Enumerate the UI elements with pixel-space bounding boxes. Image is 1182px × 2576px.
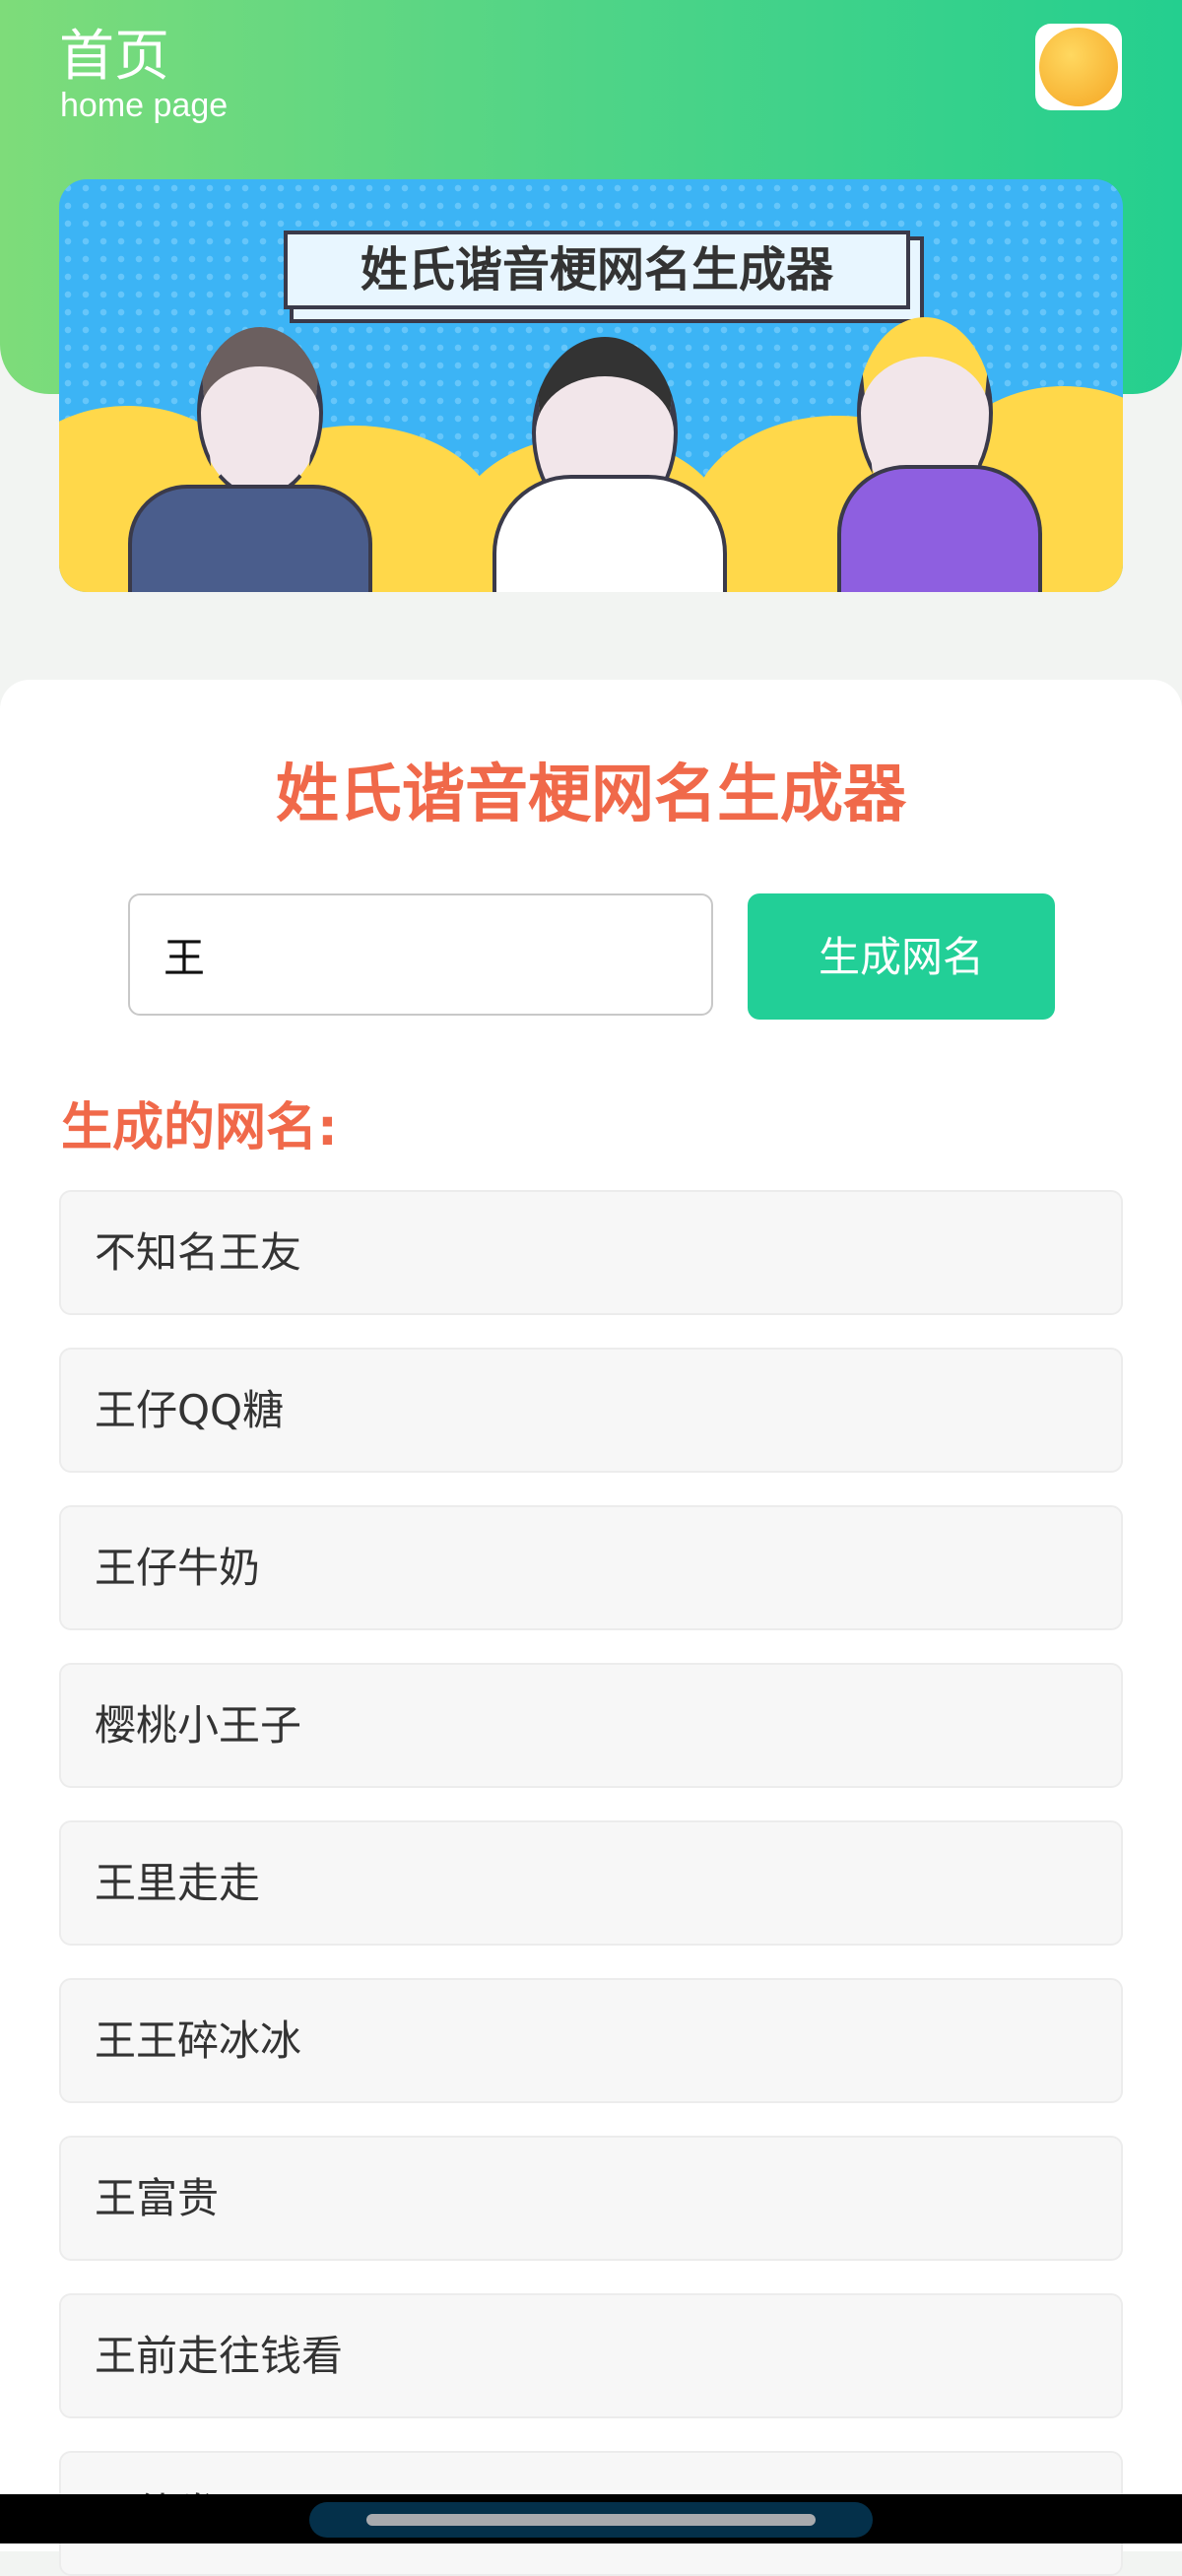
list-item[interactable]: 王前走往钱看 xyxy=(59,2293,1123,2418)
avatar[interactable] xyxy=(1035,24,1122,110)
generator-heading: 姓氏谐音梗网名生成器 xyxy=(276,759,906,831)
surname-input[interactable] xyxy=(128,893,713,1016)
list-item[interactable]: 王王碎冰冰 xyxy=(59,1978,1123,2103)
list-item[interactable]: 樱桃小王子 xyxy=(59,1663,1123,1788)
list-item[interactable]: 王里走走 xyxy=(59,1820,1123,1946)
list-item[interactable]: 王仔牛奶 xyxy=(59,1505,1123,1630)
generate-button[interactable]: 生成网名 xyxy=(748,893,1055,1020)
banner-image: 姓氏谐音梗网名生成器 xyxy=(59,179,1123,592)
angry-emoji-icon xyxy=(1039,28,1118,106)
businessman-illustration xyxy=(197,327,323,498)
results-label: 生成的网名: xyxy=(61,1098,338,1157)
home-gesture-bar[interactable] xyxy=(366,2514,816,2526)
list-item[interactable]: 不知名王友 xyxy=(59,1190,1123,1315)
banner-title: 姓氏谐音梗网名生成器 xyxy=(284,231,910,309)
page-title: 首页 xyxy=(59,25,169,89)
page-subtitle: home page xyxy=(60,87,229,124)
system-nav-bar xyxy=(0,2494,1182,2543)
list-item[interactable]: 王仔QQ糖 xyxy=(59,1348,1123,1473)
list-item[interactable]: 王富贵 xyxy=(59,2136,1123,2261)
